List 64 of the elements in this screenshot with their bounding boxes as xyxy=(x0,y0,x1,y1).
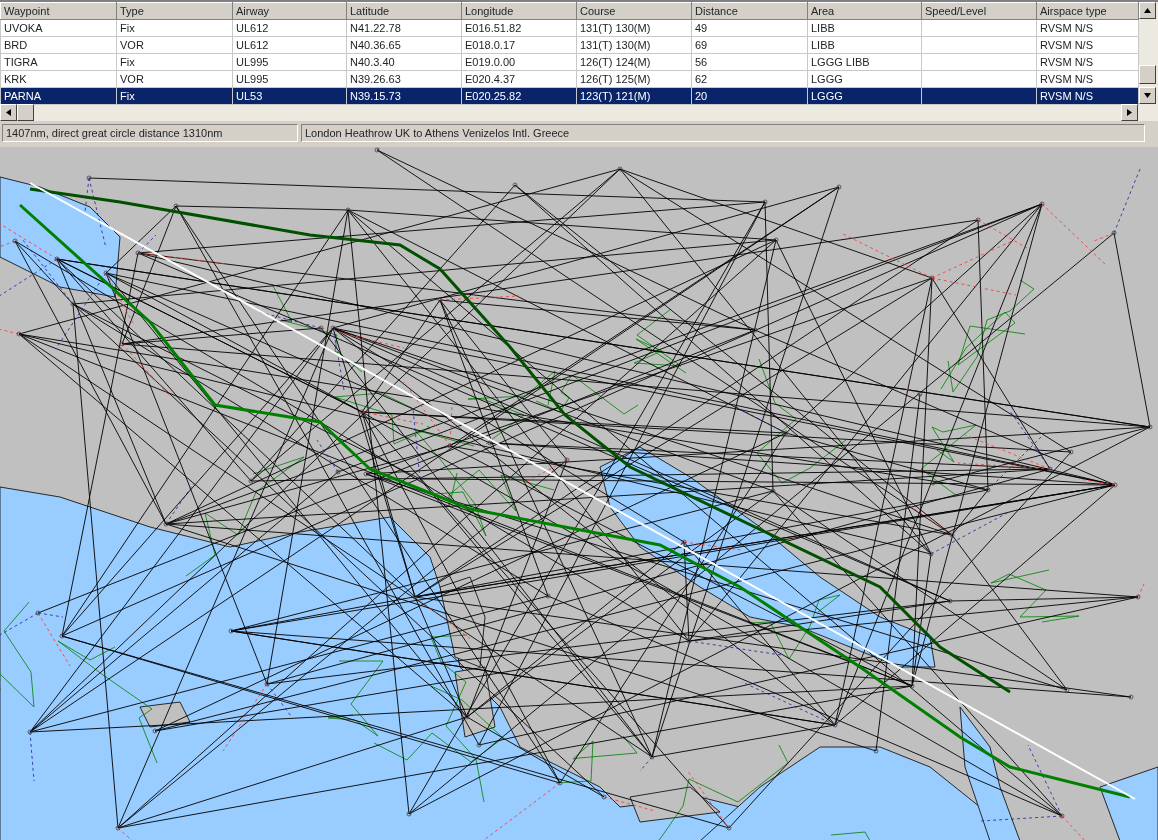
scroll-up-button[interactable] xyxy=(1139,2,1156,19)
table-row[interactable]: TIGRA Fix UL995 N40.3.40 E019.0.00 126(T) 124(M) 56 LGGG LIBB RVSM N/S xyxy=(0,53,1139,71)
table-cell: E019.0.00 xyxy=(461,53,577,71)
vertical-scrollbar[interactable] xyxy=(1139,2,1158,104)
table-cell: 56 xyxy=(691,53,808,71)
table-cell: 131(T) 130(M) xyxy=(576,36,692,54)
table-cell: LGGG xyxy=(807,70,922,88)
scroll-down-button[interactable] xyxy=(1139,87,1156,104)
scrollbar-thumb[interactable] xyxy=(1139,65,1156,84)
column-header[interactable]: Area xyxy=(807,2,922,20)
table-cell: N40.3.40 xyxy=(346,53,462,71)
table-cell: RVSM N/S xyxy=(1036,19,1139,37)
column-header[interactable]: Type xyxy=(116,2,233,20)
table-cell: UL995 xyxy=(232,53,347,71)
arrow-icon xyxy=(1144,93,1151,98)
table-row[interactable]: KRK VOR UL995 N39.26.63 E020.4.37 126(T) 125(M) 62 LGGG RVSM N/S xyxy=(0,70,1139,88)
scroll-right-button[interactable] xyxy=(1121,104,1138,121)
column-header[interactable]: Latitude xyxy=(346,2,462,20)
status-text: 1407nm, direct great circle distance 1310nm xyxy=(2,124,298,142)
table-cell: N40.36.65 xyxy=(346,36,462,54)
table-cell: LIBB xyxy=(807,36,922,54)
status-text: London Heathrow UK to Athens Venizelos Intl. Greece xyxy=(301,124,1145,142)
table-cell: BRD xyxy=(0,36,117,54)
column-header[interactable]: Airspace type xyxy=(1036,2,1139,20)
table-cell: RVSM N/S xyxy=(1036,53,1139,71)
column-header[interactable]: Longitude xyxy=(461,2,577,20)
table-cell: 126(T) 124(M) xyxy=(576,53,692,71)
table-cell: 131(T) 130(M) xyxy=(576,19,692,37)
table-cell: RVSM N/S xyxy=(1036,70,1139,88)
table-cell: 62 xyxy=(691,70,808,88)
table-cell: 126(T) 125(M) xyxy=(576,70,692,88)
table-cell: KRK xyxy=(0,70,117,88)
arrow-icon xyxy=(1127,109,1132,116)
table-cell: LIBB xyxy=(807,19,922,37)
table-cell: TIGRA xyxy=(0,53,117,71)
scroll-left-button[interactable] xyxy=(0,104,17,121)
column-header[interactable]: Course xyxy=(576,2,692,20)
table-cell: N39.26.63 xyxy=(346,70,462,88)
table-cell: 49 xyxy=(691,19,808,37)
table-cell: E016.51.82 xyxy=(461,19,577,37)
table-cell: UL612 xyxy=(232,36,347,54)
table-cell: LGGG LIBB xyxy=(807,53,922,71)
table-cell: UL612 xyxy=(232,19,347,37)
table-cell: RVSM N/S xyxy=(1036,36,1139,54)
table-row[interactable]: BRD VOR UL612 N40.36.65 E018.0.17 131(T) 130(M) 69 LIBB RVSM N/S xyxy=(0,36,1139,54)
table-cell: UL995 xyxy=(232,70,347,88)
table-cell: 69 xyxy=(691,36,808,54)
column-header[interactable]: Distance xyxy=(691,2,808,20)
arrow-icon xyxy=(6,109,11,116)
table-cell: Fix xyxy=(116,53,233,71)
table-cell: UVOKA xyxy=(0,19,117,37)
column-header[interactable]: Waypoint xyxy=(0,2,117,20)
table-cell: E018.0.17 xyxy=(461,36,577,54)
table-cell: E020.4.37 xyxy=(461,70,577,88)
table-cell: VOR xyxy=(116,36,233,54)
table-cell: N41.22.78 xyxy=(346,19,462,37)
table-cell: VOR xyxy=(116,70,233,88)
arrow-icon xyxy=(1144,8,1151,13)
column-header[interactable]: Airway xyxy=(232,2,347,20)
table-row[interactable]: PARNA Fix UL53 N39.15.73 E020.25.82 123(T) 121(M) 20 LGGG RVSM N/S xyxy=(0,87,1139,105)
table-cell: Fix xyxy=(116,19,233,37)
table-row[interactable]: UVOKA Fix UL612 N41.22.78 E016.51.82 131(T) 130(M) 49 LIBB RVSM N/S xyxy=(0,19,1139,37)
scrollbar-thumb[interactable] xyxy=(17,104,34,121)
column-header[interactable]: Speed/Level xyxy=(921,2,1037,20)
